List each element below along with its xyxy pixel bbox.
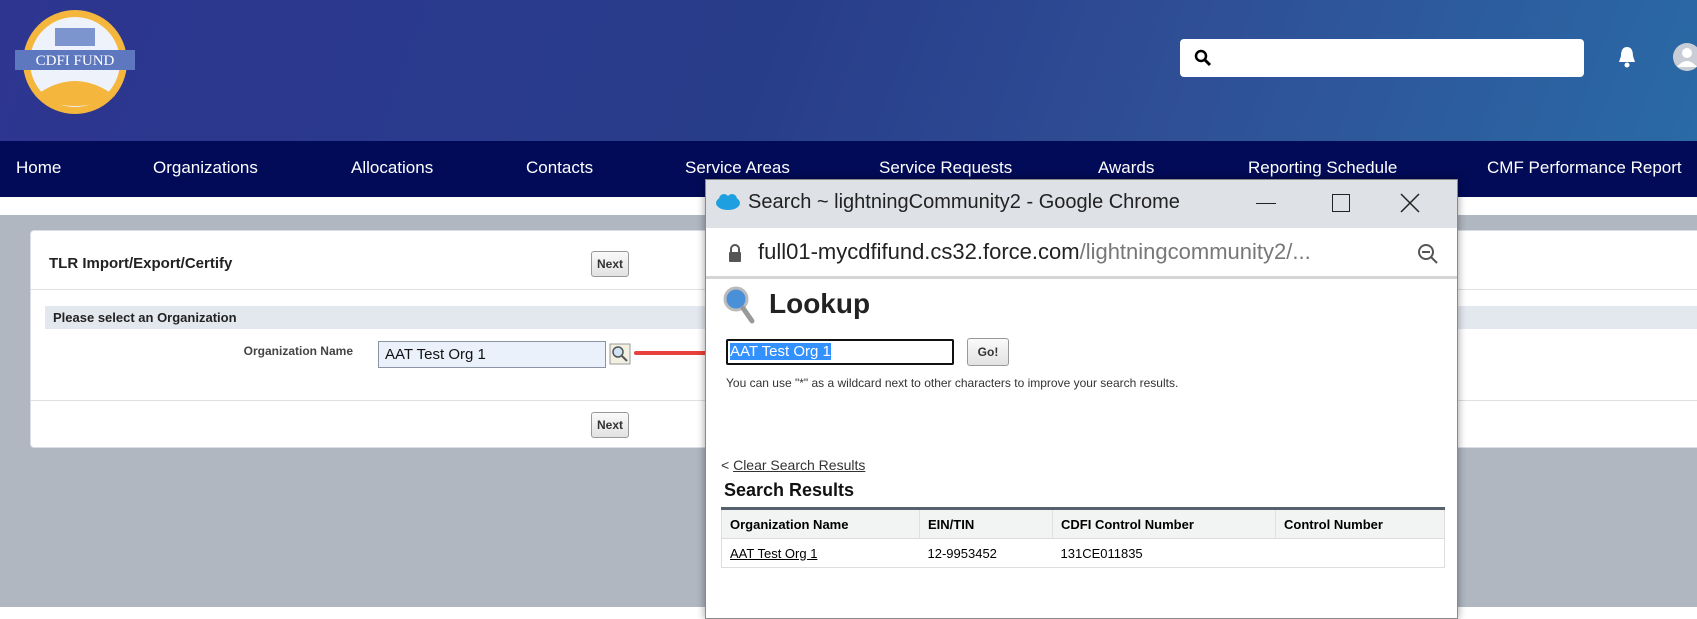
result-ein: 12-9953452 — [927, 545, 997, 561]
nav-reporting-schedule[interactable]: Reporting Schedule — [1248, 158, 1397, 178]
nav-home[interactable]: Home — [16, 158, 61, 178]
close-icon[interactable] — [1400, 193, 1420, 213]
nav-organizations[interactable]: Organizations — [153, 158, 258, 178]
minimize-icon[interactable] — [1256, 203, 1276, 204]
bell-icon[interactable] — [1616, 45, 1638, 69]
result-control-number — [1276, 539, 1445, 568]
org-name-label: Organization Name — [243, 344, 353, 358]
table-header-row: Organization Name EIN/TIN CDFI Control N… — [721, 508, 1445, 539]
lock-icon — [729, 244, 741, 262]
address-bar[interactable]: full01-mycdfifund.cs32.force.com/lightni… — [706, 228, 1457, 279]
go-button[interactable]: Go! — [967, 338, 1009, 366]
header-banner: CDFI FUND — [0, 0, 1697, 141]
nav-allocations[interactable]: Allocations — [351, 158, 433, 178]
search-results-title: Search Results — [724, 480, 855, 500]
next-button-top[interactable]: Next — [591, 251, 629, 277]
avatar-icon[interactable] — [1672, 42, 1697, 72]
zoom-out-icon[interactable] — [1416, 242, 1440, 266]
nav-cmf-performance-report[interactable]: CMF Performance Report — [1487, 158, 1682, 178]
lookup-search-input[interactable]: AAT Test Org 1 — [726, 339, 954, 365]
url-host: full01-mycdfifund.cs32.force.com — [758, 239, 1080, 264]
url-path: /lightningcommunity2/... — [1079, 239, 1311, 264]
logo-text: CDFI FUND — [36, 53, 115, 69]
selected-search-text: AAT Test Org 1 — [730, 343, 831, 360]
popup-window-title: Search ~ lightningCommunity2 - Google Ch… — [748, 191, 1180, 213]
card-title: TLR Import/Export/Certify — [49, 255, 233, 272]
salesforce-cloud-icon — [716, 194, 740, 210]
back-chevron: < — [721, 457, 730, 473]
lookup-icon[interactable] — [609, 343, 631, 365]
result-org-link[interactable]: AAT Test Org 1 — [722, 539, 920, 568]
clear-search-results-link[interactable]: Clear Search Results — [733, 457, 865, 473]
popup-title-bar[interactable]: Search ~ lightningCommunity2 - Google Ch… — [706, 180, 1457, 228]
url-text: full01-mycdfifund.cs32.force.com/lightni… — [758, 239, 1311, 265]
cdfi-fund-logo[interactable]: CDFI FUND — [10, 6, 140, 118]
nav-awards[interactable]: Awards — [1098, 158, 1154, 178]
wildcard-hint: You can use "*" as a wildcard next to ot… — [726, 376, 1179, 390]
nav-service-areas[interactable]: Service Areas — [685, 158, 790, 178]
result-cdfi-control-number: 131CE011835 — [1060, 545, 1143, 561]
org-name-input[interactable]: AAT Test Org 1 — [378, 341, 606, 368]
col-ein-tin: EIN/TIN — [919, 508, 1053, 539]
lookup-popup-window: Search ~ lightningCommunity2 - Google Ch… — [705, 179, 1458, 619]
maximize-icon[interactable] — [1332, 194, 1350, 212]
global-search-input[interactable] — [1180, 39, 1584, 77]
search-results-table: Organization Name EIN/TIN CDFI Control N… — [721, 507, 1445, 568]
next-button-bottom[interactable]: Next — [591, 412, 629, 438]
lookup-magnifier-icon — [723, 286, 755, 324]
col-control-number: Control Number — [1284, 516, 1383, 532]
lookup-heading: Lookup — [769, 288, 871, 319]
col-organization-name: Organization Name — [721, 508, 920, 539]
nav-service-requests[interactable]: Service Requests — [879, 158, 1012, 178]
table-row: AAT Test Org 1 12-9953452 131CE011835 — [721, 538, 1445, 568]
search-icon — [1194, 49, 1212, 67]
col-cdfi-control-number: CDFI Control Number — [1052, 508, 1276, 539]
nav-contacts[interactable]: Contacts — [526, 158, 593, 178]
